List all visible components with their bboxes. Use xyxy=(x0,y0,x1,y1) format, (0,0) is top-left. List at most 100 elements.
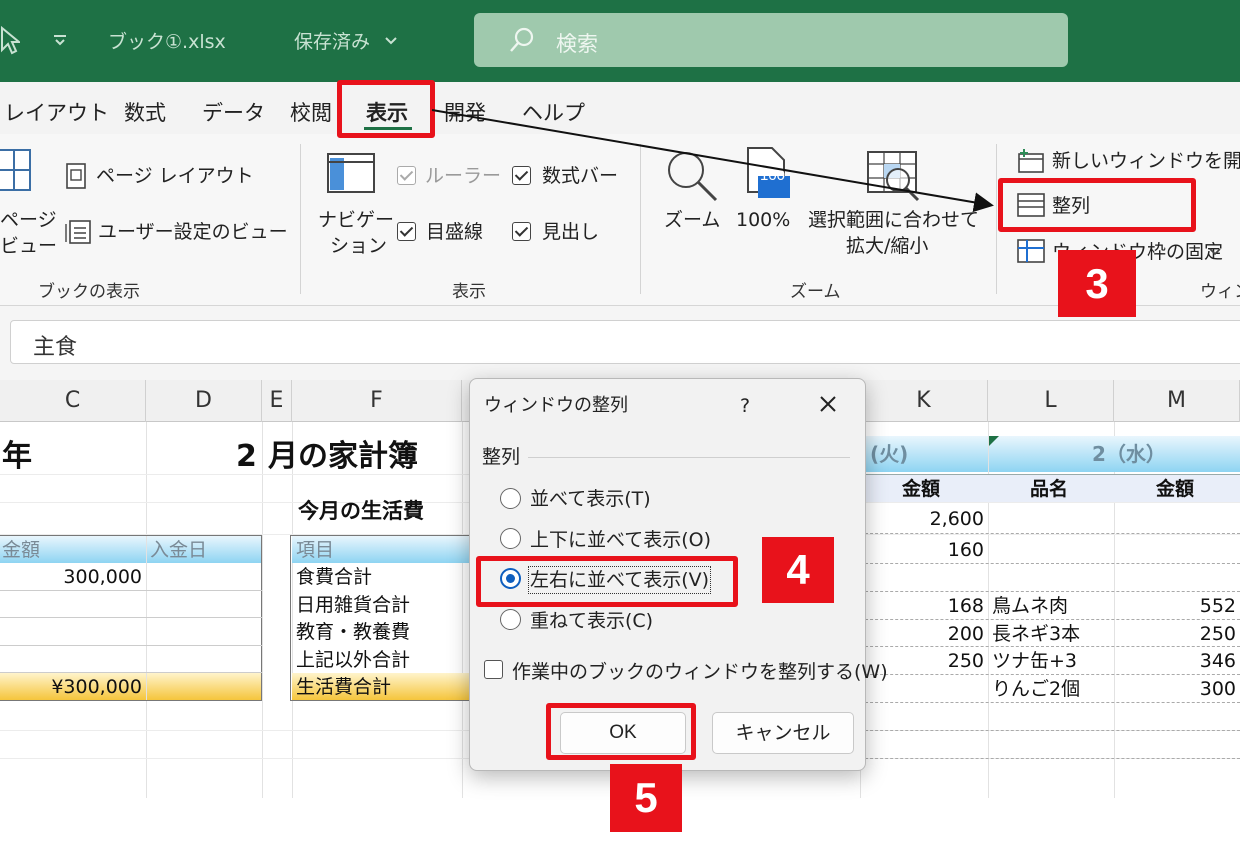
l-value[interactable]: りんご2個 xyxy=(992,676,1080,702)
ruler-checkbox[interactable] xyxy=(397,166,416,185)
step-badge-5: 5 xyxy=(610,764,682,832)
zoom-button[interactable]: ズーム xyxy=(664,208,720,232)
cancel-button[interactable]: キャンセル xyxy=(712,712,854,754)
l-value[interactable]: 鳥ムネ肉 xyxy=(992,593,1068,619)
zoom-icon xyxy=(668,152,718,202)
k-value[interactable]: 200 xyxy=(860,621,984,647)
headings-checkbox[interactable] xyxy=(512,222,531,241)
tab-page-layout[interactable]: レイアウト xyxy=(4,97,109,127)
row-divider xyxy=(860,646,1240,647)
group-label-show: 表示 xyxy=(452,282,486,302)
m-value[interactable]: 250 xyxy=(1114,621,1236,647)
month-number: 2 xyxy=(236,439,257,474)
page-layout-button[interactable]: ページ レイアウト xyxy=(96,164,254,188)
income-total[interactable]: ¥300,000 xyxy=(0,674,142,700)
ok-button-highlight xyxy=(546,703,696,760)
tiled-radio[interactable] xyxy=(500,488,521,509)
row-divider xyxy=(860,674,1240,675)
m-value[interactable]: 552 xyxy=(1114,593,1236,619)
month-title: 月の家計簿 xyxy=(268,439,418,474)
step-badge-3: 3 xyxy=(1058,250,1136,317)
group-label-zoom: ズーム xyxy=(790,282,841,302)
expense-item[interactable]: 日用雑貨合計 xyxy=(296,592,410,618)
vertical-option-highlight xyxy=(476,556,738,607)
k-value[interactable]: 160 xyxy=(860,537,984,563)
save-status[interactable]: 保存済み xyxy=(294,30,370,54)
column-header-m[interactable]: M xyxy=(1114,380,1240,422)
search-placeholder: 検索 xyxy=(556,32,598,56)
zoom-to-selection-label-2[interactable]: 拡大/縮小 xyxy=(846,234,928,258)
column-header-f[interactable]: F xyxy=(292,380,462,422)
row-divider xyxy=(860,730,1240,731)
tab-formulas[interactable]: 数式 xyxy=(124,97,166,127)
m-value[interactable]: 346 xyxy=(1114,648,1236,674)
tab-help[interactable]: ヘルプ xyxy=(522,97,585,127)
tab-review[interactable]: 校閲 xyxy=(290,97,332,127)
year-suffix: 年 xyxy=(2,439,32,474)
column-header-d[interactable]: D xyxy=(146,380,262,422)
dialog-title: ウィンドウの整列 xyxy=(484,395,628,416)
new-window-button[interactable]: 新しいウィンドウを開く xyxy=(1052,149,1240,173)
custom-views-icon xyxy=(65,220,91,244)
title-bar: ブック①.xlsx 保存済み 検索 xyxy=(0,0,1240,82)
headings-label: 見出し xyxy=(542,221,600,243)
k-value[interactable]: 168 xyxy=(860,593,984,619)
close-icon[interactable] xyxy=(818,394,838,414)
search-input[interactable]: 検索 xyxy=(474,13,1068,67)
row-divider xyxy=(860,758,1240,759)
k-value[interactable]: 2,600 xyxy=(860,506,984,532)
page-break-label-2[interactable]: ビュー xyxy=(0,234,57,258)
row-divider xyxy=(860,591,1240,592)
income-header-amount: 金額 xyxy=(2,539,41,561)
expense-total-label[interactable]: 生活費合計 xyxy=(296,674,391,700)
zoom-to-selection-icon xyxy=(867,151,920,202)
row-divider xyxy=(860,533,1240,534)
expense-item[interactable]: 教育・教養費 xyxy=(296,619,410,645)
row-divider xyxy=(860,702,1240,703)
zoom-to-selection-label-1[interactable]: 選択範囲に合わせて xyxy=(808,208,979,232)
navigation-label-1[interactable]: ナビゲー xyxy=(318,208,394,232)
column-header-c[interactable]: C xyxy=(0,380,146,422)
quick-access-dropdown-icon[interactable] xyxy=(52,33,68,47)
formula-input[interactable] xyxy=(10,320,1240,364)
formula-bar-checkbox[interactable] xyxy=(512,166,531,185)
expense-item[interactable]: 食費合計 xyxy=(296,564,372,590)
m-value[interactable]: 300 xyxy=(1114,676,1236,702)
column-header-e[interactable]: E xyxy=(262,380,292,422)
chevron-down-icon[interactable] xyxy=(384,36,398,46)
new-window-icon xyxy=(1018,149,1044,173)
custom-views-button[interactable]: ユーザー設定のビュー xyxy=(98,220,288,244)
page-break-label-1[interactable]: ページ xyxy=(0,208,57,232)
formula-bar: 主食 xyxy=(0,306,1240,380)
m-header: 金額 xyxy=(1156,478,1195,500)
grid-line xyxy=(262,422,263,798)
view-tab-highlight xyxy=(337,80,435,138)
l-value[interactable]: 長ネギ3本 xyxy=(992,621,1080,647)
zoom-100-button[interactable]: 100% xyxy=(736,208,790,232)
group-separator xyxy=(300,144,301,294)
navigation-label-2[interactable]: ション xyxy=(330,234,387,258)
tab-data[interactable]: データ xyxy=(202,97,265,127)
day-tue: (火) xyxy=(870,442,909,466)
l-value[interactable]: ツナ缶+3 xyxy=(992,648,1077,674)
cell-comment-marker-icon xyxy=(989,436,999,446)
step-badge-4: 4 xyxy=(762,537,834,603)
gridlines-label: 目盛線 xyxy=(426,221,484,243)
chevron-down-icon[interactable] xyxy=(1209,248,1221,256)
ruler-label: ルーラー xyxy=(425,165,502,187)
arrange-highlight xyxy=(998,178,1196,232)
zoom-100-icon-text: 100 xyxy=(760,167,786,184)
horizontal-radio[interactable] xyxy=(500,528,521,549)
income-amount[interactable]: 300,000 xyxy=(0,564,142,590)
tab-developer[interactable]: 開発 xyxy=(444,97,486,127)
column-header-k[interactable]: K xyxy=(860,380,988,422)
cascade-radio[interactable] xyxy=(500,609,521,630)
expense-item[interactable]: 上記以外合計 xyxy=(296,647,410,673)
k-header: 金額 xyxy=(902,478,941,500)
column-header-l[interactable]: L xyxy=(988,380,1114,422)
help-button[interactable]: ? xyxy=(740,394,750,418)
tiled-label: 並べて表示(T) xyxy=(530,488,651,510)
row-divider xyxy=(860,563,1240,564)
active-workbook-checkbox[interactable] xyxy=(484,660,503,679)
gridlines-checkbox[interactable] xyxy=(397,222,416,241)
